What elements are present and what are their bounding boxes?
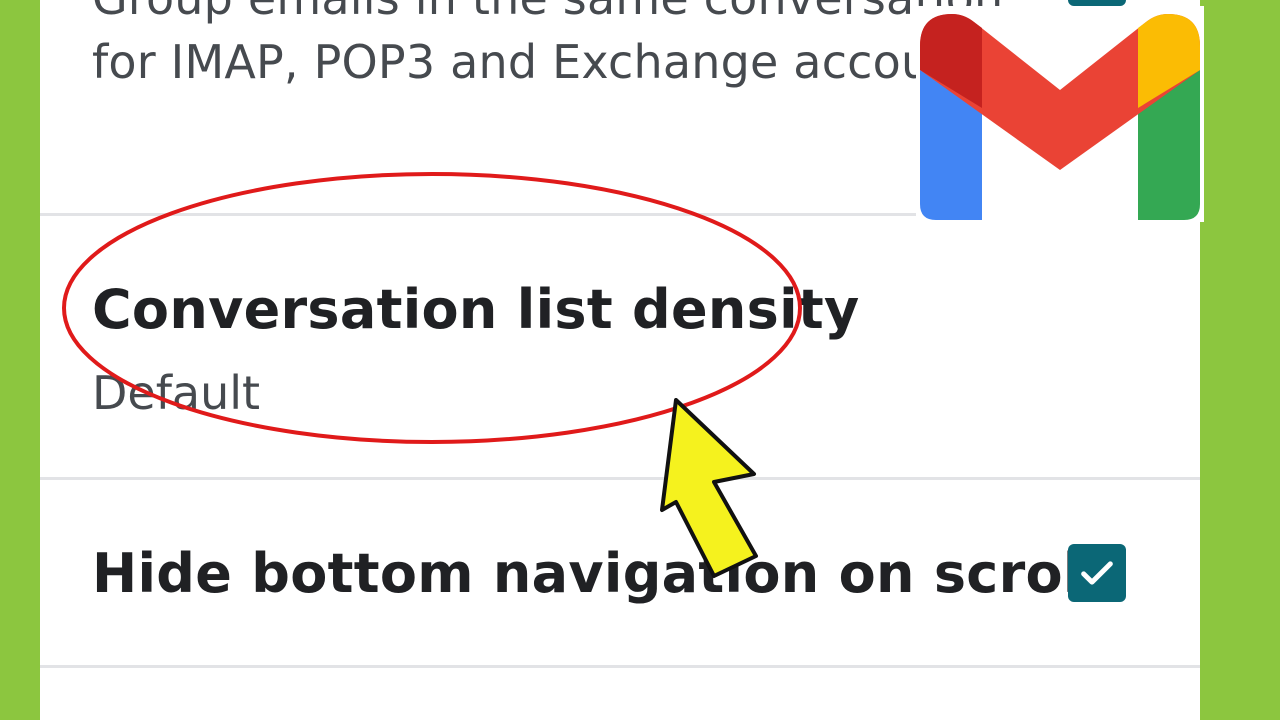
gmail-logo-icon (916, 6, 1204, 222)
conversation-density-title: Conversation list density (92, 278, 860, 341)
group-emails-description: Group emails in the same conversation fo… (92, 0, 1003, 89)
divider (40, 665, 1200, 668)
hide-bottom-nav-title: Hide bottom navigation on scroll (92, 542, 1101, 605)
hide-bottom-nav-checkbox[interactable] (1068, 544, 1126, 602)
checkmark-icon (1081, 561, 1113, 585)
conversation-density-value: Default (92, 366, 261, 420)
setting-conversation-density[interactable] (40, 216, 1200, 478)
